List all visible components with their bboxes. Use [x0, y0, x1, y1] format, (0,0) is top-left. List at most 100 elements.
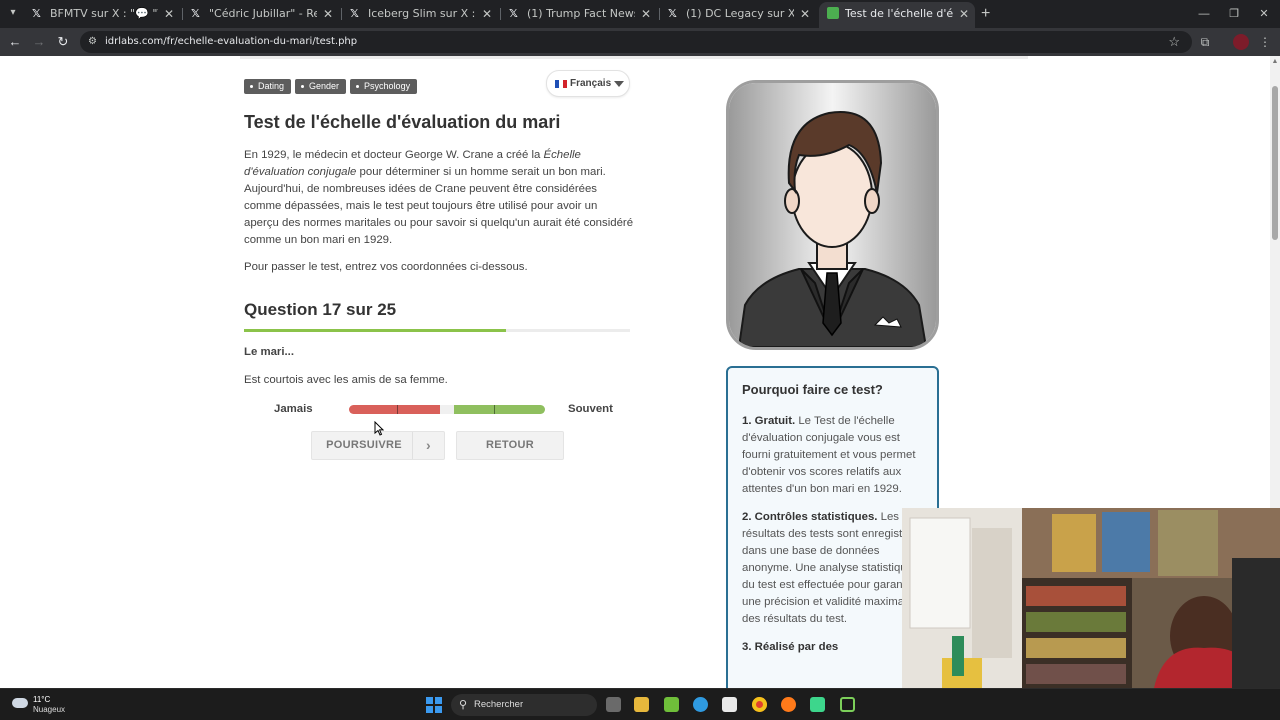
window-close-icon[interactable]: ✕ — [1254, 4, 1274, 24]
address-bar[interactable]: ⚙ idrlabs.com/fr/echelle-evaluation-du-m… — [80, 31, 1192, 53]
tag-psychology[interactable]: Psychology — [350, 79, 418, 94]
x-logo-icon: 𝕏 — [668, 7, 677, 20]
why-item-text: Le Test de l'échelle d'évaluation conjug… — [742, 415, 916, 495]
app-icon[interactable] — [840, 697, 855, 712]
scale-max-label: Souvent — [568, 403, 613, 415]
browser-tab[interactable]: 𝕏 (1) Trump Fact News us sur X : " ✕ — [501, 3, 657, 25]
scrollbar-thumb[interactable] — [1272, 86, 1278, 240]
idrlabs-icon — [827, 7, 839, 19]
x-logo-icon: 𝕏 — [509, 7, 518, 20]
close-icon[interactable]: ✕ — [164, 3, 174, 25]
firefox-icon[interactable] — [781, 697, 796, 712]
close-icon[interactable]: ✕ — [323, 3, 333, 25]
french-flag-icon — [555, 80, 567, 88]
webcam-video-feed — [902, 508, 1280, 688]
scale-red-segment[interactable] — [349, 405, 440, 414]
new-tab-icon[interactable]: + — [981, 5, 995, 23]
why-item-heading: 1. Gratuit. — [742, 415, 796, 427]
mouse-cursor-icon — [374, 421, 384, 436]
more-menu-icon[interactable]: ⋮ — [1256, 33, 1274, 51]
weather-widget[interactable]: 11°C Nuageux — [12, 694, 82, 716]
taskbar-search-placeholder: Rechercher — [474, 699, 524, 710]
tab-title: "Cédric Jubillar" - Recherche / X — [209, 7, 317, 20]
question-header: Le mari... — [244, 346, 295, 358]
chevron-down-icon — [614, 81, 624, 87]
close-icon[interactable]: ✕ — [482, 3, 492, 25]
minimize-icon[interactable]: — — [1194, 4, 1214, 24]
windows-start-icon[interactable] — [426, 697, 442, 713]
browser-toolbar: ← → ↻ ⚙ idrlabs.com/fr/echelle-evaluatio… — [0, 28, 1280, 56]
obs-icon[interactable] — [810, 697, 825, 712]
instructions-text: Pour passer le test, entrez vos coordonn… — [244, 261, 528, 273]
x-logo-icon: 𝕏 — [350, 7, 359, 20]
intro-text-end: pour déterminer si un homme serait un bo… — [244, 166, 634, 246]
url-text[interactable]: idrlabs.com/fr/echelle-evaluation-du-mar… — [105, 31, 357, 53]
scale-green-segment[interactable] — [454, 405, 545, 414]
task-view-icon[interactable] — [606, 697, 621, 712]
restore-icon[interactable]: ❐ — [1224, 4, 1244, 24]
progress-fill — [244, 329, 507, 332]
browser-tab-active[interactable]: Test de l'échelle d'évaluation du ✕ — [819, 2, 975, 28]
file-explorer-icon[interactable] — [634, 697, 649, 712]
close-icon[interactable]: ✕ — [800, 3, 810, 25]
chrome-icon[interactable] — [752, 697, 767, 712]
why-item-heading: 3. Réalisé par des — [742, 641, 839, 653]
tab-title: Iceberg Slim sur X : "Il doit être — [368, 7, 476, 20]
browser-tab[interactable]: 𝕏 BFMTV sur X : "💬 "Vous ne ser ✕ — [24, 3, 180, 25]
scale-tick — [397, 405, 398, 414]
businessman-illustration — [729, 83, 936, 347]
extensions-icon[interactable]: ⧉ — [1196, 33, 1214, 51]
bookmark-star-icon[interactable]: ☆ — [1168, 33, 1180, 51]
browser-tabstrip: ▾ 𝕏 BFMTV sur X : "💬 "Vous ne ser ✕ 𝕏 "C… — [0, 0, 1280, 28]
why-title: Pourquoi faire ce test? — [742, 382, 883, 397]
language-label: Français — [570, 78, 612, 89]
browser-tab[interactable]: 𝕏 "Cédric Jubillar" - Recherche / X ✕ — [183, 3, 339, 25]
store-icon[interactable] — [722, 697, 737, 712]
back-button-label: RETOUR — [485, 439, 535, 451]
weather-temperature: 11°C — [33, 695, 51, 704]
question-progress-bar — [244, 329, 630, 332]
husband-avatar-illustration — [726, 80, 939, 350]
tab-title: Test de l'échelle d'évaluation du — [845, 7, 953, 20]
tab-search-icon[interactable]: ▾ — [4, 4, 22, 22]
why-item-text: Les résultats des tests sont enregistrés… — [742, 511, 919, 625]
why-item: 3. Réalisé par des — [742, 639, 923, 656]
chevron-right-icon: › — [412, 432, 444, 459]
scale-handle[interactable] — [440, 405, 454, 414]
browser-tab[interactable]: 𝕏 (1) DC Legacy sur X : "James Gu ✕ — [660, 3, 816, 25]
tab-title: BFMTV sur X : "💬 "Vous ne ser — [50, 7, 158, 20]
answer-scale-slider[interactable] — [349, 405, 545, 414]
x-logo-icon: 𝕏 — [32, 7, 41, 20]
reload-icon[interactable]: ↻ — [54, 33, 72, 51]
windows-taskbar: 11°C Nuageux ⚲ Rechercher — [0, 688, 1280, 720]
forward-arrow-icon[interactable]: → — [30, 33, 48, 51]
profile-avatar-icon[interactable] — [1233, 34, 1249, 50]
tag-list: Dating Gender Psychology — [244, 76, 421, 94]
webcam-overlay — [902, 508, 1280, 688]
language-selector[interactable]: Français — [546, 70, 630, 97]
question-text: Est courtois avec les amis de sa femme. — [244, 374, 448, 386]
close-icon[interactable]: ✕ — [641, 3, 651, 25]
page-divider — [240, 56, 1028, 59]
tag-dating[interactable]: Dating — [244, 79, 292, 94]
tab-title: (1) Trump Fact News us sur X : " — [527, 7, 635, 20]
intro-paragraph: En 1929, le médecin et docteur George W.… — [244, 147, 634, 249]
x-logo-icon: 𝕏 — [191, 7, 200, 20]
weather-description: Nuageux — [33, 705, 66, 714]
back-arrow-icon[interactable]: ← — [6, 33, 24, 51]
why-item: 2. Contrôles statistiques. Les résultats… — [742, 509, 923, 628]
intro-text-start: En 1929, le médecin et docteur George W.… — [244, 149, 544, 161]
why-item: 1. Gratuit. Le Test de l'échelle d'évalu… — [742, 413, 923, 498]
scroll-up-icon[interactable]: ▲ — [1271, 58, 1279, 66]
taskbar-search[interactable]: ⚲ Rechercher — [451, 694, 597, 716]
site-info-icon[interactable]: ⚙ — [88, 34, 102, 50]
back-button[interactable]: RETOUR — [456, 431, 564, 460]
close-icon[interactable]: ✕ — [959, 2, 969, 26]
cloud-icon — [12, 698, 28, 708]
edge-icon[interactable] — [693, 697, 708, 712]
search-icon: ⚲ — [459, 699, 468, 711]
scale-min-label: Jamais — [274, 403, 313, 415]
browser-tab[interactable]: 𝕏 Iceberg Slim sur X : "Il doit être ✕ — [342, 3, 498, 25]
nvidia-icon[interactable] — [664, 697, 679, 712]
tag-gender[interactable]: Gender — [295, 79, 347, 94]
